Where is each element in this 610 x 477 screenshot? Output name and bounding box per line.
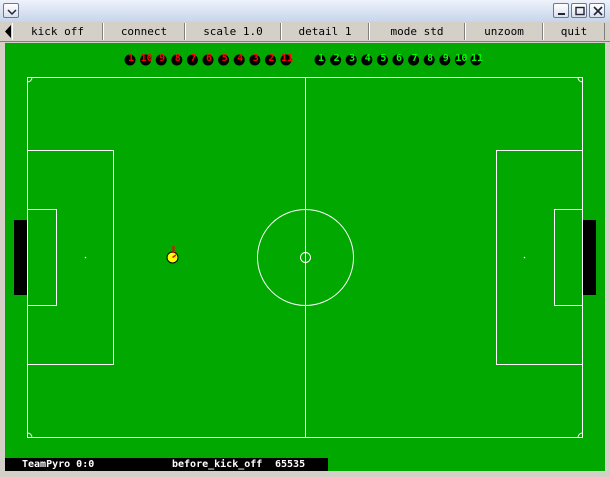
left-player[interactable]: 9 <box>155 53 167 66</box>
player-number: 4 <box>237 53 243 64</box>
left-team-bench: 1 10 9 8 7 6 5 4 3 2 11 <box>124 53 294 66</box>
right-player[interactable]: 8 <box>423 53 435 66</box>
player-number: 11 <box>281 53 293 64</box>
right-player[interactable]: 10 <box>454 53 468 66</box>
monitor-window: kick off connect scale 1.0 detail 1 mode… <box>0 0 610 477</box>
player-number: 7 <box>412 53 418 64</box>
pitch-drawing: 1 10 9 8 7 6 5 4 3 2 11 1 2 3 4 5 6 7 8 9 10 11 <box>14 53 596 438</box>
status-bar-filler <box>328 458 605 471</box>
left-player[interactable]: 11 <box>280 53 294 66</box>
corner-arc <box>577 432 583 438</box>
player-number: 3 <box>253 53 259 64</box>
left-goal-area <box>27 209 57 306</box>
player-number: 2 <box>334 53 340 64</box>
player-number: 4 <box>365 53 371 64</box>
close-icon <box>593 6 603 16</box>
right-player[interactable]: 7 <box>408 53 420 66</box>
player-number: 6 <box>206 53 212 64</box>
left-player[interactable]: 4 <box>233 53 245 66</box>
corner-arc <box>27 77 33 83</box>
scale-button[interactable]: scale 1.0 <box>185 23 281 40</box>
right-player[interactable]: 3 <box>345 53 357 66</box>
left-player[interactable]: 2 <box>264 53 276 66</box>
right-penalty-spot <box>523 256 526 259</box>
right-player[interactable]: 6 <box>392 53 404 66</box>
left-player[interactable]: 10 <box>140 53 153 66</box>
right-player[interactable]: 11 <box>470 53 484 66</box>
minimize-icon <box>558 13 565 15</box>
quit-button[interactable]: quit <box>543 23 605 40</box>
player-number: 5 <box>222 53 228 64</box>
window-menu-button[interactable] <box>3 3 19 18</box>
right-team-bench: 1 2 3 4 5 6 7 8 9 10 11 <box>314 53 484 66</box>
player-number: 1 <box>318 53 324 64</box>
player-number: 8 <box>175 53 181 64</box>
connect-button[interactable]: connect <box>103 23 185 40</box>
ball[interactable] <box>166 246 179 264</box>
right-player[interactable]: 5 <box>376 53 388 66</box>
player-number: 10 <box>141 53 153 64</box>
maximize-icon <box>575 6 585 16</box>
window-bottom-border <box>0 471 610 477</box>
close-button[interactable] <box>589 3 605 18</box>
right-player[interactable]: 2 <box>330 53 342 66</box>
player-number: 7 <box>190 53 196 64</box>
player-number: 1 <box>128 53 134 64</box>
player-number: 8 <box>427 53 433 64</box>
left-player[interactable]: 7 <box>186 53 198 66</box>
pitch-lines <box>27 77 583 438</box>
detail-button[interactable]: detail 1 <box>281 23 369 40</box>
left-player[interactable]: 8 <box>171 53 183 66</box>
corner-arc <box>27 432 33 438</box>
play-mode-text: before_kick_off <box>172 459 263 470</box>
title-bar[interactable] <box>0 0 610 23</box>
minimize-button[interactable] <box>553 3 569 18</box>
time-text: 65535 <box>275 459 306 470</box>
mode-button[interactable]: mode std <box>369 23 465 40</box>
corner-arc <box>577 77 583 83</box>
player-number: 2 <box>268 53 274 64</box>
right-player[interactable]: 1 <box>314 53 326 66</box>
player-number: 6 <box>396 53 402 64</box>
player-number: 10 <box>455 53 467 64</box>
right-penalty-area <box>496 150 583 365</box>
right-player[interactable]: 9 <box>439 53 451 66</box>
score-text: TeamPyro 0:0 <box>22 459 95 470</box>
right-goal-area <box>554 209 583 306</box>
left-player[interactable]: 3 <box>249 53 261 66</box>
left-player[interactable]: 1 <box>124 53 136 66</box>
kick-off-button[interactable]: kick off <box>12 23 103 40</box>
player-number: 9 <box>159 53 165 64</box>
player-number: 11 <box>471 53 483 64</box>
left-player[interactable]: 5 <box>218 53 230 66</box>
left-goal <box>14 220 27 295</box>
right-player[interactable]: 4 <box>361 53 373 66</box>
left-player[interactable]: 6 <box>202 53 214 66</box>
player-number: 5 <box>380 53 386 64</box>
unzoom-button[interactable]: unzoom <box>465 23 543 40</box>
status-bar: TeamPyro 0:0 before_kick_off 65535 <box>5 458 328 471</box>
player-number: 3 <box>349 53 355 64</box>
left-penalty-area <box>27 150 114 365</box>
left-penalty-spot <box>84 256 87 259</box>
player-number: 9 <box>443 53 449 64</box>
chevron-down-icon <box>7 9 17 16</box>
maximize-button[interactable] <box>571 3 587 18</box>
menu-bar: kick off connect scale 1.0 detail 1 mode… <box>0 22 610 42</box>
soccer-field[interactable]: 1 10 9 8 7 6 5 4 3 2 11 1 2 3 4 5 6 7 8 9 10 11 <box>5 43 605 458</box>
right-goal <box>583 220 596 295</box>
